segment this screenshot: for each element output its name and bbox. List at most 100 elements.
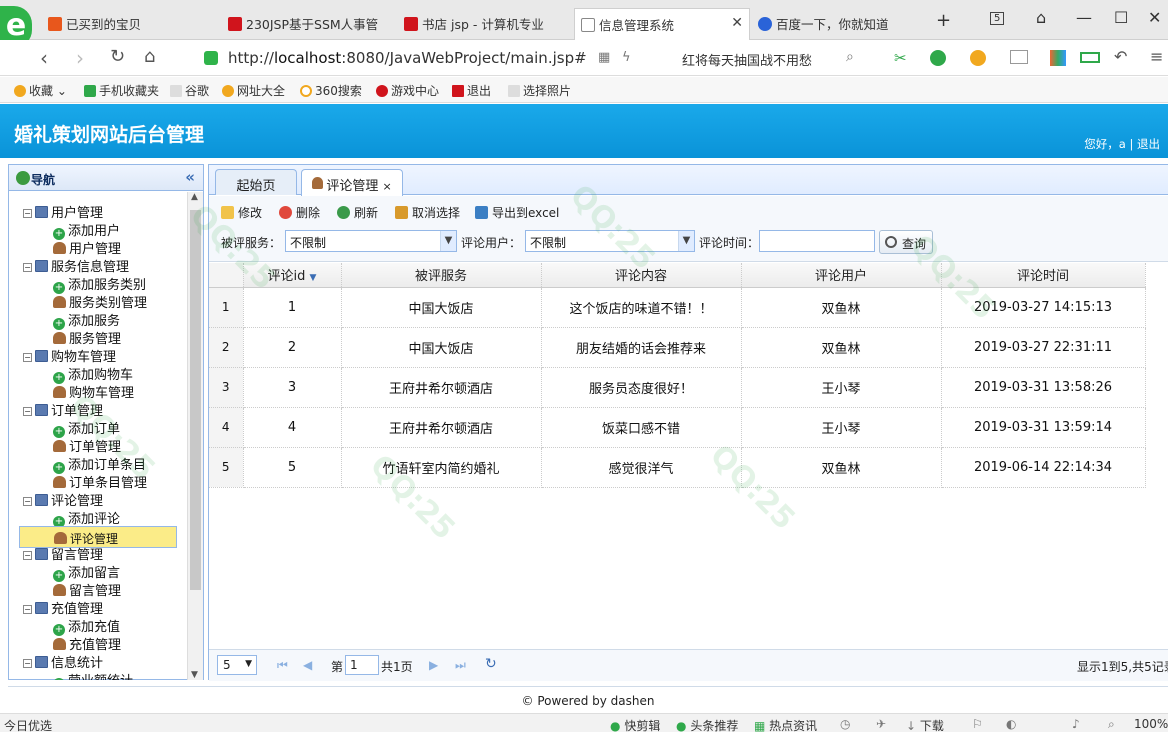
first-page-icon[interactable]: ⏮: [277, 658, 288, 673]
close-window-icon[interactable]: ✕: [1148, 8, 1161, 27]
tree-item[interactable]: + 添加充值: [19, 616, 177, 636]
tab-start-page[interactable]: 起始页: [215, 169, 297, 195]
scroll-down-icon[interactable]: ▼: [191, 670, 198, 680]
tree-item[interactable]: 订单条目管理: [19, 472, 177, 491]
sidebar-scrollbar[interactable]: ▲ ▼: [187, 192, 203, 680]
tree-item[interactable]: + 添加留言: [19, 562, 177, 582]
url-field[interactable]: http://localhost:8080/JavaWebProject/mai…: [228, 49, 587, 67]
status-item[interactable]: ↓ 下载: [906, 717, 944, 734]
tree-item[interactable]: + 添加订单条目: [19, 454, 177, 474]
export-excel-button[interactable]: 导出到excel: [475, 204, 559, 221]
tree-item[interactable]: 服务管理: [19, 328, 177, 347]
deselect-button[interactable]: 取消选择: [395, 204, 460, 221]
tree-item[interactable]: +营业额统计: [19, 670, 177, 680]
zoom-icon[interactable]: ⌕: [1108, 717, 1115, 732]
tree-group[interactable]: − 充值管理: [23, 598, 183, 617]
status-item[interactable]: ● 头条推荐: [676, 717, 738, 734]
collapse-toggle-icon[interactable]: −: [23, 497, 32, 506]
tree-group[interactable]: − 订单管理: [23, 400, 183, 419]
chevron-down-icon[interactable]: ▼: [440, 231, 456, 251]
status-item[interactable]: ● 快剪辑: [610, 717, 660, 734]
new-tab-icon[interactable]: +: [936, 10, 951, 31]
tree-item[interactable]: 购物车管理: [19, 382, 177, 401]
battery-icon[interactable]: [1080, 52, 1100, 63]
tree-group[interactable]: − 用户管理: [23, 202, 183, 221]
tree-group[interactable]: − 留言管理: [23, 544, 183, 563]
tree-item[interactable]: 服务类别管理: [19, 292, 177, 311]
bookmark-item[interactable]: 网址大全: [222, 82, 285, 99]
shirt-icon[interactable]: ⌂: [1036, 8, 1046, 27]
browser-tab[interactable]: 已买到的宝贝: [42, 8, 222, 40]
user-greeting[interactable]: 您好，a | 退出: [1084, 136, 1160, 152]
browser-tab[interactable]: 书店 jsp - 计算机专业: [398, 8, 573, 40]
minimize-icon[interactable]: —: [1076, 8, 1092, 27]
scrollbar-thumb[interactable]: [190, 210, 201, 590]
scroll-up-icon[interactable]: ▲: [191, 192, 198, 202]
collapse-toggle-icon[interactable]: −: [23, 407, 32, 416]
delete-button[interactable]: 删除: [279, 204, 320, 221]
collapse-toggle-icon[interactable]: −: [23, 209, 32, 218]
chevron-down-icon[interactable]: ▼: [678, 231, 694, 251]
undo-icon[interactable]: ↶: [1114, 47, 1127, 66]
home-icon[interactable]: ⌂: [144, 46, 155, 67]
back-icon[interactable]: ‹: [40, 46, 48, 70]
column-header[interactable]: 评论用户: [741, 263, 942, 288]
tab-comment-management[interactable]: 评论管理 ×: [301, 169, 403, 196]
collapse-toggle-icon[interactable]: −: [23, 263, 32, 272]
user-filter-select[interactable]: 不限制 ▼: [525, 230, 695, 252]
last-page-icon[interactable]: ⏭: [455, 658, 466, 673]
tree-item[interactable]: + 添加服务: [19, 310, 177, 330]
tree-item[interactable]: 用户管理: [19, 238, 177, 257]
search-hint[interactable]: 红将每天抽国战不用愁: [682, 50, 812, 69]
status-item[interactable]: ▦ 热点资讯: [754, 717, 817, 734]
sound-icon[interactable]: ♪: [1072, 717, 1080, 731]
table-row[interactable]: 1 1 中国大饭店 这个饭店的味道不错！！ 双鱼林 2019-03-27 14:15:13: [209, 287, 1146, 328]
tree-item[interactable]: 订单管理: [19, 436, 177, 455]
refresh-button[interactable]: 刷新: [337, 204, 378, 221]
tree-group[interactable]: − 服务信息管理: [23, 256, 183, 275]
close-tab-icon[interactable]: ×: [382, 180, 391, 193]
image-icon[interactable]: [1010, 50, 1028, 64]
bookmark-item[interactable]: 游戏中心: [376, 82, 439, 99]
coupon-icon[interactable]: [970, 50, 986, 66]
query-button[interactable]: 查询: [879, 230, 934, 254]
tree-group[interactable]: − 信息统计: [23, 652, 183, 671]
collapse-toggle-icon[interactable]: −: [23, 605, 32, 614]
next-page-icon[interactable]: ▶: [429, 658, 438, 672]
table-row[interactable]: 5 5 竹语轩室内简约婚礼 感觉很洋气 双鱼林 2019-06-14 22:14:34: [209, 447, 1146, 488]
tree-item[interactable]: 充值管理: [19, 634, 177, 653]
time-filter-input[interactable]: [759, 230, 875, 252]
tree-item[interactable]: + 添加订单: [19, 418, 177, 438]
lightning-icon[interactable]: ϟ: [622, 50, 631, 65]
page-number-input[interactable]: 1: [345, 655, 379, 675]
maximize-icon[interactable]: ☐: [1114, 8, 1128, 27]
tree-item[interactable]: + 添加用户: [19, 220, 177, 240]
column-header[interactable]: 被评服务: [341, 263, 542, 288]
tree-item[interactable]: 留言管理: [19, 580, 177, 599]
bookmark-item[interactable]: 选择照片: [508, 82, 571, 99]
page-size-select[interactable]: 5 ▼: [217, 655, 257, 675]
edit-button[interactable]: 修改: [221, 204, 262, 221]
apps-icon[interactable]: [1050, 50, 1066, 66]
collapse-icon[interactable]: «: [185, 168, 195, 186]
collapse-toggle-icon[interactable]: −: [23, 659, 32, 668]
tree-item[interactable]: + 添加评论: [19, 508, 177, 528]
bookmark-item[interactable]: 退出: [452, 82, 491, 99]
rocket-icon[interactable]: ✈: [876, 717, 886, 731]
reload-icon[interactable]: ↻: [110, 46, 125, 67]
tree-item[interactable]: + 添加服务类别: [19, 274, 177, 294]
table-row[interactable]: 4 4 王府井希尔顿酒店 饭菜口感不错 王小琴 2019-03-31 13:59:14: [209, 407, 1146, 448]
prev-page-icon[interactable]: ◀: [303, 658, 312, 672]
zoom-level[interactable]: 100%: [1134, 717, 1168, 731]
browser-icon[interactable]: ◐: [1006, 717, 1016, 731]
tab-count-badge[interactable]: 5: [990, 12, 1005, 25]
collapse-toggle-icon[interactable]: −: [23, 551, 32, 560]
translate-icon[interactable]: [930, 50, 946, 66]
speed-icon[interactable]: ◷: [840, 717, 850, 731]
tree-group[interactable]: − 评论管理: [23, 490, 183, 509]
forward-icon[interactable]: ›: [76, 46, 84, 70]
bookmark-item[interactable]: 谷歌: [170, 82, 209, 99]
reload-icon[interactable]: ↻: [485, 656, 497, 672]
column-header[interactable]: 评论内容: [541, 263, 742, 288]
bookmark-item[interactable]: 360搜索: [300, 82, 362, 99]
